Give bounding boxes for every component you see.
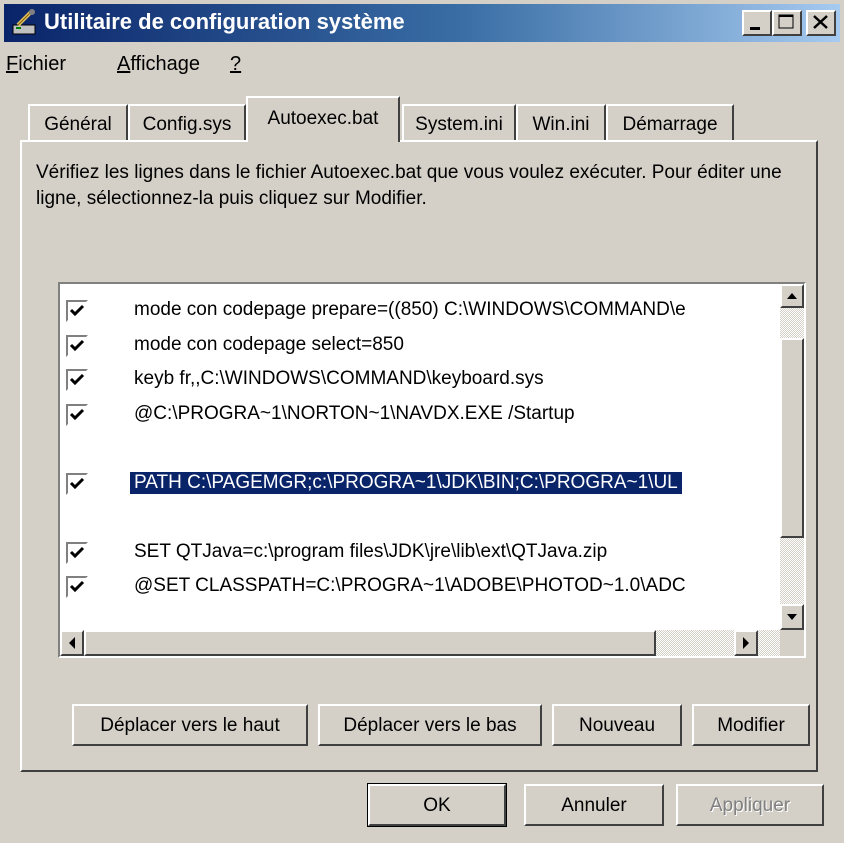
line-text: keyb fr,,C:\WINDOWS\COMMAND\keyboard.sys (134, 368, 544, 389)
maximize-button[interactable] (772, 10, 802, 36)
checkmark-icon (69, 477, 85, 489)
window-title: Utilitaire de configuration système (44, 9, 405, 34)
menu-fichier[interactable]: Fichier (6, 53, 66, 76)
ok-button-label: OK (423, 795, 451, 816)
list-item[interactable]: mode con codepage select=850 (60, 331, 782, 365)
line-text: PATH C:\PAGEMGR;c:\PROGRA~1\JDK\BIN;C:\P… (129, 470, 683, 495)
tab-win-ini[interactable]: Win.ini (516, 104, 606, 142)
line-checkbox[interactable] (66, 369, 88, 391)
tab-autoexec-bat-label: Autoexec.bat (267, 108, 379, 129)
apply-button-label: Appliquer (709, 795, 791, 816)
horizontal-scrollbar[interactable] (60, 630, 782, 656)
description-text: Vérifiez les lignes dans le fichier Auto… (36, 162, 782, 209)
list-items-area: mode con codepage prepare=((850) C:\WIND… (60, 284, 782, 630)
list-item-selected[interactable]: PATH C:\PAGEMGR;c:\PROGRA~1\JDK\BIN;C:\P… (60, 469, 782, 503)
tab-win-ini-label: Win.ini (532, 114, 590, 135)
tab-general-label: Général (44, 114, 112, 135)
cancel-button[interactable]: Annuler (524, 784, 664, 826)
horizontal-scroll-thumb[interactable] (84, 630, 656, 656)
system-config-icon (12, 9, 36, 35)
close-button[interactable] (806, 10, 836, 36)
checkmark-icon (69, 546, 85, 558)
new-button[interactable]: Nouveau (552, 704, 682, 746)
menu-fichier-mnemonic: F (6, 53, 19, 75)
move-up-button-label: Déplacer vers le haut (100, 715, 280, 736)
minimize-icon (750, 27, 760, 30)
line-checkbox[interactable] (66, 541, 88, 564)
menu-fichier-rest: ichier (18, 53, 67, 75)
ok-button[interactable]: OK (367, 783, 507, 827)
list-item[interactable]: mode con codepage prepare=((850) C:\WIND… (60, 296, 782, 330)
scroll-up-button[interactable] (780, 284, 804, 308)
tab-system-ini-label: System.ini (415, 114, 503, 135)
scroll-corner (780, 630, 804, 656)
title-bar[interactable]: Utilitaire de configuration système (4, 4, 840, 42)
new-button-label: Nouveau (578, 715, 656, 736)
close-icon (813, 15, 828, 29)
scroll-down-button[interactable] (780, 604, 804, 630)
checkmark-icon (69, 304, 85, 317)
tab-demarrage-label: Démarrage (622, 114, 718, 135)
list-item[interactable]: @C:\PROGRA~1\NORTON~1\NAVDX.EXE /Startup (60, 400, 782, 434)
checkmark-icon (69, 580, 85, 593)
scroll-left-button[interactable] (60, 630, 84, 656)
list-item[interactable]: keyb fr,,C:\WINDOWS\COMMAND\keyboard.sys (60, 365, 782, 399)
checkmark-icon (69, 408, 85, 420)
menu-bar: Fichier Affichage ? (4, 48, 840, 82)
tab-config-sys[interactable]: Config.sys (128, 104, 246, 142)
line-text: SET QTJava=c:\program files\JDK\jre\lib\… (134, 540, 608, 562)
menu-affichage-rest: ffichage (130, 53, 201, 75)
checkmark-icon (69, 373, 85, 386)
arrow-up-icon (787, 293, 797, 299)
dialog-window: Utilitaire de configuration système Fich… (0, 0, 844, 843)
list-item[interactable]: SET QTJava=c:\program files\JDK\jre\lib\… (60, 538, 782, 572)
edit-button-label: Modifier (717, 715, 785, 736)
line-text: @C:\PROGRA~1\NORTON~1\NAVDX.EXE /Startup (134, 402, 575, 424)
vertical-scroll-thumb[interactable] (780, 338, 804, 538)
menu-help[interactable]: ? (230, 53, 241, 76)
list-item[interactable] (60, 503, 782, 537)
minimize-button[interactable] (742, 10, 772, 36)
menu-affichage-mnemonic: A (117, 53, 131, 75)
line-checkbox[interactable] (66, 472, 88, 495)
line-checkbox[interactable] (66, 300, 88, 322)
line-text: mode con codepage prepare=((850) C:\WIND… (134, 299, 686, 320)
scroll-right-button[interactable] (734, 630, 758, 656)
line-text: @SET CLASSPATH=C:\PROGRA~1\ADOBE\PHOTOD~… (134, 575, 686, 596)
autoexec-line-list[interactable]: mode con codepage prepare=((850) C:\WIND… (58, 282, 806, 658)
line-checkbox[interactable] (66, 334, 88, 357)
list-item[interactable] (60, 434, 782, 468)
menu-affichage[interactable]: Affichage (117, 53, 200, 76)
arrow-right-icon (743, 637, 749, 649)
arrow-down-icon (787, 614, 797, 620)
line-checkbox[interactable] (66, 403, 88, 426)
vertical-scrollbar[interactable] (780, 284, 804, 630)
tab-config-sys-label: Config.sys (142, 114, 232, 135)
tab-general[interactable]: Général (28, 104, 128, 142)
move-down-button-label: Déplacer vers le bas (343, 715, 517, 736)
apply-button[interactable]: Appliquer (676, 784, 824, 826)
tab-demarrage[interactable]: Démarrage (606, 104, 734, 142)
cancel-button-label: Annuler (561, 795, 627, 816)
list-item[interactable]: @SET CLASSPATH=C:\PROGRA~1\ADOBE\PHOTOD~… (60, 572, 782, 606)
checkmark-icon (69, 339, 85, 351)
tab-autoexec-bat[interactable]: Autoexec.bat (246, 96, 400, 142)
move-up-button[interactable]: Déplacer vers le haut (72, 704, 308, 746)
edit-button[interactable]: Modifier (692, 704, 810, 746)
line-checkbox[interactable] (66, 576, 88, 598)
tab-system-ini[interactable]: System.ini (402, 104, 516, 142)
arrow-left-icon (69, 637, 75, 649)
line-text: mode con codepage select=850 (134, 333, 404, 355)
maximize-icon (778, 14, 794, 29)
move-down-button[interactable]: Déplacer vers le bas (318, 704, 542, 746)
